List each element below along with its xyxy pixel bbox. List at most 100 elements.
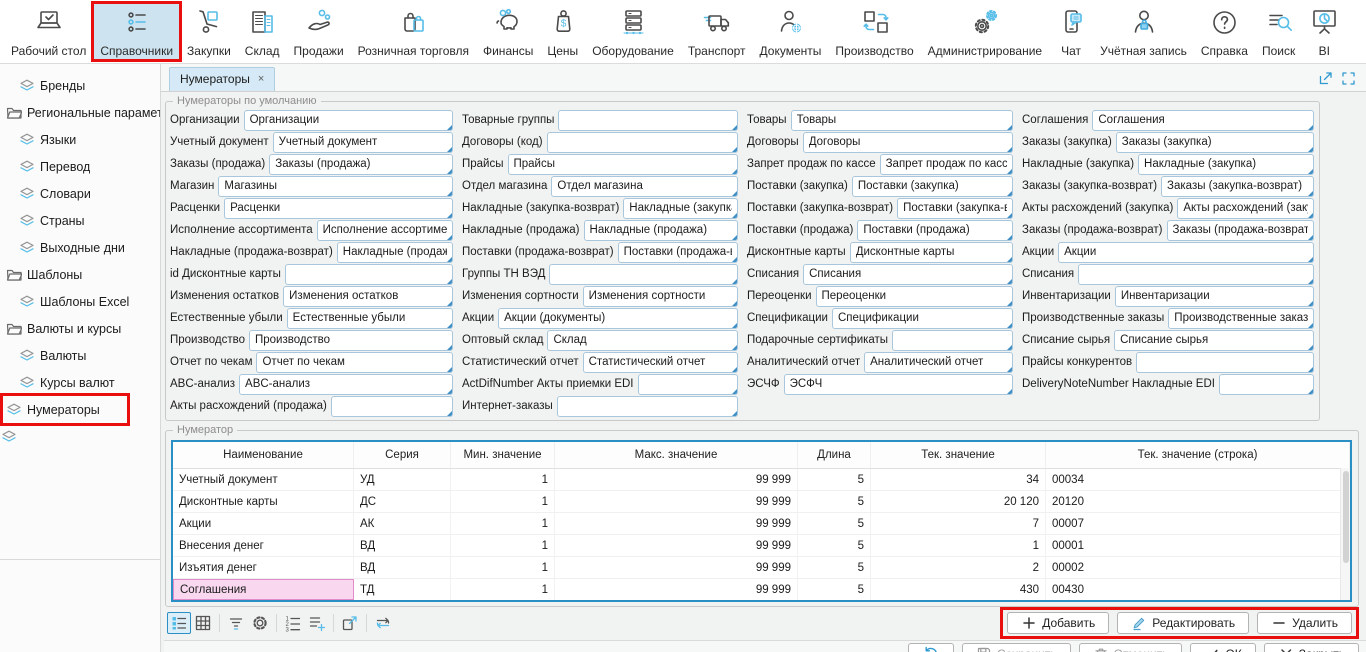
sidebar-item[interactable]: Шаблоны [0, 261, 160, 288]
sidebar-item[interactable]: Курсы валют [0, 369, 160, 396]
sidebar-item[interactable]: Перевод [0, 153, 160, 180]
table-row[interactable]: Дисконтные картыДС199 999520 12020120 [173, 491, 1350, 513]
field-input[interactable] [1139, 158, 1313, 170]
field-input[interactable] [792, 114, 1012, 126]
field-input[interactable] [250, 334, 452, 346]
field-input[interactable] [624, 202, 737, 214]
toolbar-item-help[interactable]: Справка [1195, 3, 1254, 60]
toolbar-item-transport[interactable]: Транспорт [682, 3, 752, 60]
field-input[interactable] [257, 356, 452, 368]
field-input[interactable] [858, 224, 1012, 236]
toolbar-item-warehouse[interactable]: Склад [239, 3, 286, 60]
field-input[interactable] [804, 268, 1012, 280]
field-input[interactable] [893, 334, 1012, 346]
table-row[interactable]: АкцииАК199 9995700007 [173, 513, 1350, 535]
field-input[interactable] [559, 114, 737, 126]
toolbar-item-chat[interactable]: Чат [1050, 3, 1092, 60]
toolbar-item-search[interactable]: Поиск [1256, 3, 1301, 60]
field-input[interactable] [245, 114, 452, 126]
sidebar-item[interactable]: Языки [0, 126, 160, 153]
delete-button[interactable]: Удалить [1257, 612, 1352, 634]
popout-icon[interactable] [1318, 71, 1333, 86]
sidebar-item[interactable]: Словари [0, 180, 160, 207]
field-input[interactable] [240, 378, 452, 390]
field-input[interactable] [833, 312, 1012, 324]
scrollbar-thumb[interactable] [1343, 471, 1349, 563]
cancel-button[interactable]: Отменить [1079, 643, 1183, 652]
sidebar-item[interactable]: Региональные параметры [0, 99, 160, 126]
field-input[interactable] [318, 224, 452, 236]
field-input[interactable] [338, 246, 452, 258]
field-input[interactable] [286, 268, 452, 280]
toolbar-item-purchases[interactable]: Закупки [181, 3, 237, 60]
field-input[interactable] [1079, 268, 1313, 280]
toolbar-item-finance[interactable]: Финансы [477, 3, 539, 60]
field-input[interactable] [585, 224, 737, 236]
sidebar-item[interactable] [0, 423, 160, 450]
field-input[interactable] [1162, 180, 1313, 192]
field-input[interactable] [1169, 312, 1313, 324]
field-input[interactable] [1137, 356, 1313, 368]
field-input[interactable] [853, 180, 1012, 192]
toolbar-item-prices[interactable]: $Цены [541, 3, 584, 60]
edit-button[interactable]: Редактировать [1117, 612, 1249, 634]
field-input[interactable] [584, 290, 737, 302]
sidebar-item[interactable]: Выходные дни [0, 234, 160, 261]
field-input[interactable] [288, 312, 452, 324]
toolbar-item-documents[interactable]: Документы [754, 3, 828, 60]
numbered-list-button[interactable]: 123 [281, 612, 305, 634]
field-input[interactable] [509, 158, 738, 170]
save-button[interactable]: Сохранить [962, 643, 1071, 652]
field-input[interactable] [1117, 136, 1313, 148]
field-input[interactable] [332, 400, 452, 412]
field-input[interactable] [785, 378, 1012, 390]
field-input[interactable] [1178, 202, 1313, 214]
toolbar-item-catalog[interactable]: Справочники [94, 3, 179, 60]
field-input[interactable] [881, 158, 1012, 170]
add-button[interactable]: Добавить [1007, 612, 1109, 634]
toolbar-item-bi[interactable]: BI [1303, 3, 1345, 60]
tab-close-icon[interactable]: × [258, 73, 264, 85]
table-row[interactable]: Учетный документУД199 99953400034 [173, 469, 1350, 491]
field-input[interactable] [552, 180, 737, 192]
field-input[interactable] [851, 246, 1012, 258]
field-input[interactable] [1115, 334, 1313, 346]
field-input[interactable] [284, 290, 452, 302]
field-input[interactable] [584, 356, 737, 368]
sidebar-item[interactable]: Валюты [0, 342, 160, 369]
field-input[interactable] [1168, 224, 1313, 236]
field-input[interactable] [1220, 378, 1313, 390]
field-input[interactable] [548, 136, 737, 148]
toolbar-item-administration[interactable]: Администрирование [922, 3, 1048, 60]
sidebar-item[interactable]: Бренды [0, 72, 160, 99]
field-input[interactable] [274, 136, 452, 148]
settings-button[interactable] [248, 612, 272, 634]
sidebar-item[interactable]: Шаблоны Excel [0, 288, 160, 315]
sidebar-item[interactable]: Нумераторы [0, 396, 160, 423]
field-input[interactable] [865, 356, 1012, 368]
field-input[interactable] [270, 158, 452, 170]
field-input[interactable] [558, 400, 737, 412]
view-table-button[interactable] [191, 612, 215, 634]
sidebar-item[interactable]: Валюты и курсы [0, 315, 160, 342]
toolbar-item-desktop[interactable]: Рабочий стол [5, 3, 92, 60]
toolbar-item-equipment[interactable]: Оборудование [586, 3, 680, 60]
toolbar-item-production[interactable]: Производство [829, 3, 919, 60]
field-input[interactable] [619, 246, 737, 258]
close-button[interactable]: Закрыть [1264, 643, 1359, 652]
table-row[interactable]: СоглашенияТД199 999543000430 [173, 579, 1350, 600]
sync-button[interactable] [371, 612, 395, 634]
tab-numerators[interactable]: Нумераторы × [169, 67, 275, 91]
field-input[interactable] [804, 136, 1012, 148]
fullscreen-icon[interactable] [1341, 71, 1356, 86]
field-input[interactable] [225, 202, 452, 214]
ok-button[interactable]: ОК [1190, 643, 1255, 652]
table-row[interactable]: Внесения денегВД199 9995100001 [173, 535, 1350, 557]
field-input[interactable] [639, 378, 738, 390]
toolbar-item-account[interactable]: Учётная запись [1094, 3, 1193, 60]
table-row[interactable]: Изъятия денегВД199 9995200002 [173, 557, 1350, 579]
refresh-button[interactable] [908, 643, 954, 652]
toolbar-item-sales[interactable]: Продажи [288, 3, 350, 60]
field-input[interactable] [548, 334, 737, 346]
view-list-button[interactable] [167, 612, 191, 634]
